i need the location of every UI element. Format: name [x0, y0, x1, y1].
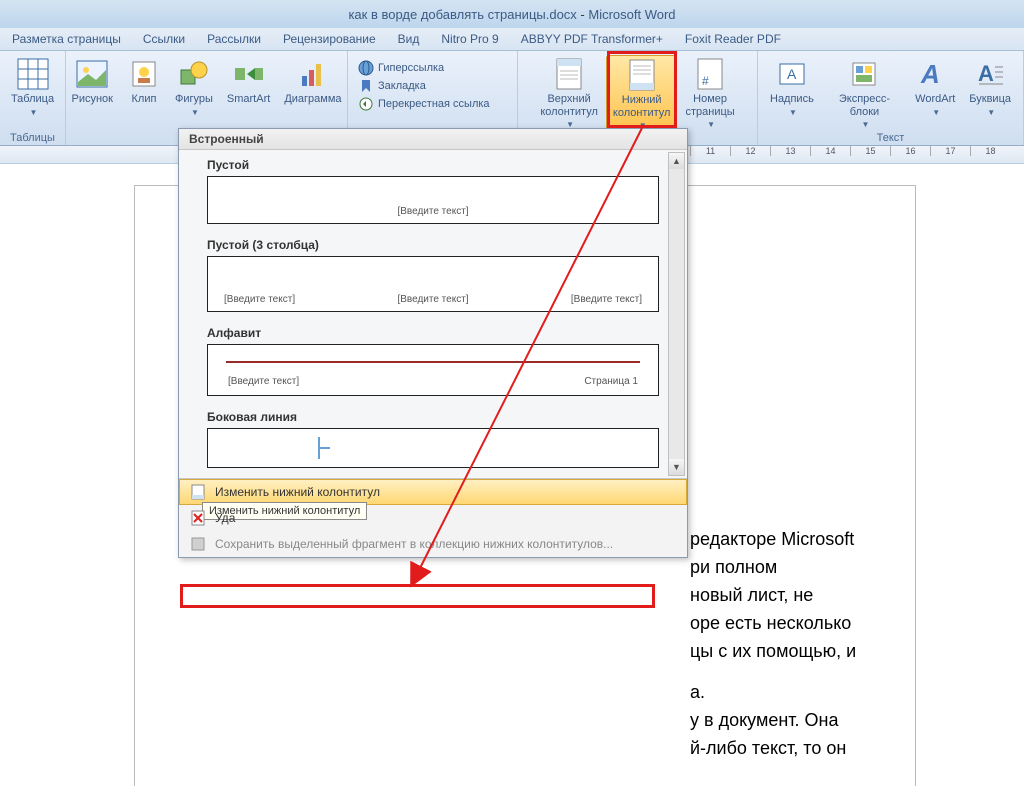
gallery-item-empty[interactable]: [Введите текст]	[207, 176, 659, 224]
bookmark-icon	[358, 78, 374, 94]
dropcap-icon: A	[973, 57, 1007, 91]
tab-review[interactable]: Рецензирование	[283, 32, 376, 46]
delete-icon	[189, 509, 207, 527]
crossref-button[interactable]: Перекрестная ссылка	[354, 95, 494, 113]
titlebar: как в ворде добавлять страницы.docx - Mi…	[0, 0, 1024, 28]
header-icon	[552, 57, 586, 91]
footer-icon	[625, 58, 659, 92]
textbox-icon: A	[775, 57, 809, 91]
gallery-item-alphabet[interactable]: [Введите текст] Страница 1	[207, 344, 659, 396]
edit-footer-item[interactable]: Изменить нижний колонтитул Изменить нижн…	[179, 479, 687, 505]
shapes-button[interactable]: Фигуры▼	[169, 55, 219, 119]
scroll-up-icon[interactable]: ▲	[669, 153, 684, 169]
tab-abbyy[interactable]: ABBYY PDF Transformer+	[521, 32, 663, 46]
svg-text:A: A	[787, 66, 797, 82]
shapes-icon	[177, 57, 211, 91]
crossref-icon	[358, 96, 374, 112]
tab-nitro[interactable]: Nitro Pro 9	[441, 32, 498, 46]
wordart-icon: A	[918, 57, 952, 91]
gallery-heading: Встроенный	[179, 129, 687, 150]
svg-text:A: A	[920, 59, 940, 89]
gallery-section-alphabet: Алфавит	[207, 318, 659, 344]
quickparts-icon	[847, 57, 881, 91]
gallery-scrollbar[interactable]: ▲ ▼	[668, 152, 685, 476]
gallery-item-sideline[interactable]	[207, 428, 659, 468]
footer-gallery: Встроенный Пустой [Введите текст] Пустой…	[178, 128, 688, 558]
clip-icon	[127, 57, 161, 91]
picture-button[interactable]: Рисунок	[65, 55, 119, 119]
pagenum-button[interactable]: #Номер страницы▼	[679, 55, 740, 133]
delete-footer-item[interactable]: Уда	[179, 505, 687, 531]
svg-text:A: A	[978, 61, 994, 86]
pagenum-icon: #	[693, 57, 727, 91]
svg-text:#: #	[702, 74, 709, 88]
tab-references[interactable]: Ссылки	[143, 32, 185, 46]
footer-button[interactable]: Нижний колонтитул▼	[606, 55, 678, 133]
gallery-section-empty: Пустой	[207, 150, 659, 176]
gallery-item-3col[interactable]: [Введите текст][Введите текст][Введите т…	[207, 256, 659, 312]
tab-page-layout[interactable]: Разметка страницы	[12, 32, 121, 46]
wordart-button[interactable]: AWordArt▼	[909, 55, 961, 131]
hyperlink-button[interactable]: Гиперссылка	[354, 59, 448, 77]
group-tables-label: Таблицы	[0, 132, 65, 144]
table-button[interactable]: Таблица▼	[5, 55, 60, 119]
save-icon	[189, 535, 207, 553]
group-text-label: Текст	[758, 132, 1023, 144]
clip-button[interactable]: Клип	[121, 55, 167, 119]
smartart-button[interactable]: SmartArt	[221, 55, 276, 119]
smartart-icon	[232, 57, 266, 91]
ribbon-tabs: Разметка страницы Ссылки Рассылки Реценз…	[0, 28, 1024, 51]
picture-icon	[75, 57, 109, 91]
quickparts-button[interactable]: Экспресс-блоки▼	[822, 55, 907, 131]
tab-mailings[interactable]: Рассылки	[207, 32, 261, 46]
gallery-section-3col: Пустой (3 столбца)	[207, 230, 659, 256]
globe-icon	[358, 60, 374, 76]
save-footer-item[interactable]: Сохранить выделенный фрагмент в коллекци…	[179, 531, 687, 557]
gallery-section-sideline: Боковая линия	[207, 402, 659, 428]
tab-foxit[interactable]: Foxit Reader PDF	[685, 32, 781, 46]
bookmark-button[interactable]: Закладка	[354, 77, 430, 95]
page-icon	[189, 483, 207, 501]
tab-view[interactable]: Вид	[398, 32, 420, 46]
chart-icon	[296, 57, 330, 91]
dropcap-button[interactable]: AБуквица▼	[963, 55, 1017, 131]
scroll-down-icon[interactable]: ▼	[669, 459, 684, 475]
header-button[interactable]: Верхний колонтитул▼	[534, 55, 604, 133]
textbox-button[interactable]: AНадпись▼	[764, 55, 820, 131]
chart-button[interactable]: Диаграмма	[278, 55, 347, 119]
document-text: редакторе Microsoft ри полном новый лист…	[690, 526, 990, 763]
table-icon	[16, 57, 50, 91]
